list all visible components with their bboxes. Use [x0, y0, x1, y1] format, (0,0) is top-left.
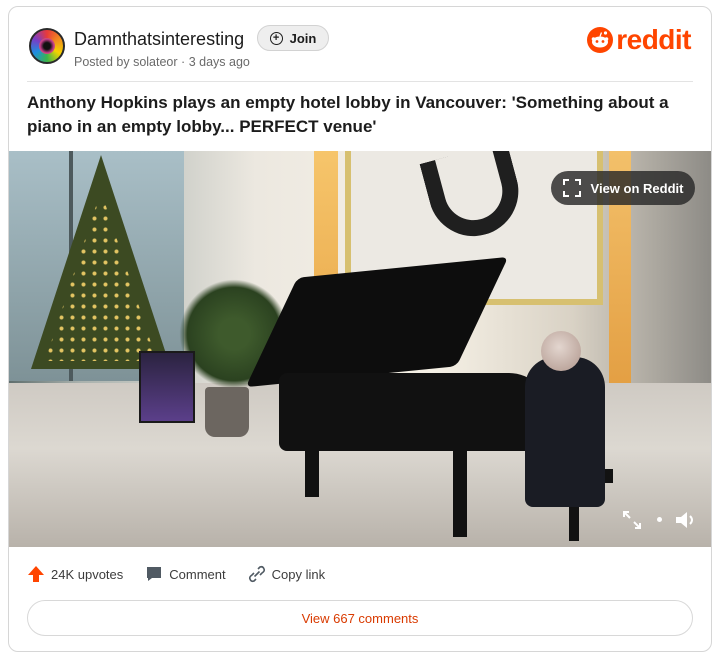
pianist — [525, 357, 605, 507]
post-time: 3 days ago — [188, 55, 250, 69]
grand-piano — [279, 373, 549, 451]
piano-leg — [305, 441, 319, 497]
reddit-snoo-icon — [587, 27, 614, 53]
upvote-arrow-icon — [28, 566, 44, 582]
comment-button[interactable]: Comment — [145, 565, 226, 583]
author-link[interactable]: solateor — [133, 55, 177, 69]
post-meta: Posted by solateor · 3 days ago — [74, 55, 250, 69]
plant-pot — [205, 387, 249, 437]
subreddit-name[interactable]: Damnthatsinteresting — [74, 29, 244, 50]
post-actions: 24K upvotes Comment Copy link — [27, 563, 325, 585]
piano-leg — [453, 441, 467, 537]
video-player[interactable]: View on Reddit — [9, 151, 711, 547]
lobby-sign — [139, 351, 195, 423]
subreddit-avatar[interactable] — [29, 28, 65, 64]
posted-prefix: Posted by — [74, 55, 130, 69]
copy-link-label: Copy link — [271, 566, 326, 582]
plus-circle-icon: + — [269, 31, 283, 45]
fullscreen-icon[interactable] — [621, 509, 643, 531]
reddit-logo[interactable]: reddit — [587, 24, 691, 55]
post-header: Damnthatsinteresting + Join Posted by so… — [27, 25, 693, 85]
join-label: Join — [289, 30, 317, 46]
link-icon — [248, 565, 265, 583]
view-comments-button[interactable]: View 667 comments — [27, 600, 693, 636]
volume-icon[interactable] — [673, 509, 699, 531]
reddit-embed-card: Damnthatsinteresting + Join Posted by so… — [8, 6, 712, 652]
view-on-reddit-button[interactable]: View on Reddit — [551, 171, 695, 205]
view-on-reddit-label: View on Reddit — [590, 180, 684, 196]
copy-link-button[interactable]: Copy link — [248, 565, 325, 583]
comment-label: Comment — [169, 566, 226, 582]
upvote-count: 24K upvotes — [51, 566, 124, 582]
post-title[interactable]: Anthony Hopkins plays an empty hotel lob… — [27, 91, 695, 139]
upvote-button[interactable]: 24K upvotes — [27, 565, 123, 583]
comment-bubble-icon — [147, 567, 162, 581]
join-button[interactable]: + Join — [257, 25, 329, 51]
header-divider — [27, 81, 693, 82]
pianist-head — [541, 331, 581, 371]
reddit-wordmark: reddit — [616, 24, 691, 55]
meta-separator: · — [181, 55, 186, 69]
progress-dot[interactable] — [657, 517, 662, 522]
expand-icon — [562, 179, 581, 197]
piano-lid — [245, 256, 509, 388]
